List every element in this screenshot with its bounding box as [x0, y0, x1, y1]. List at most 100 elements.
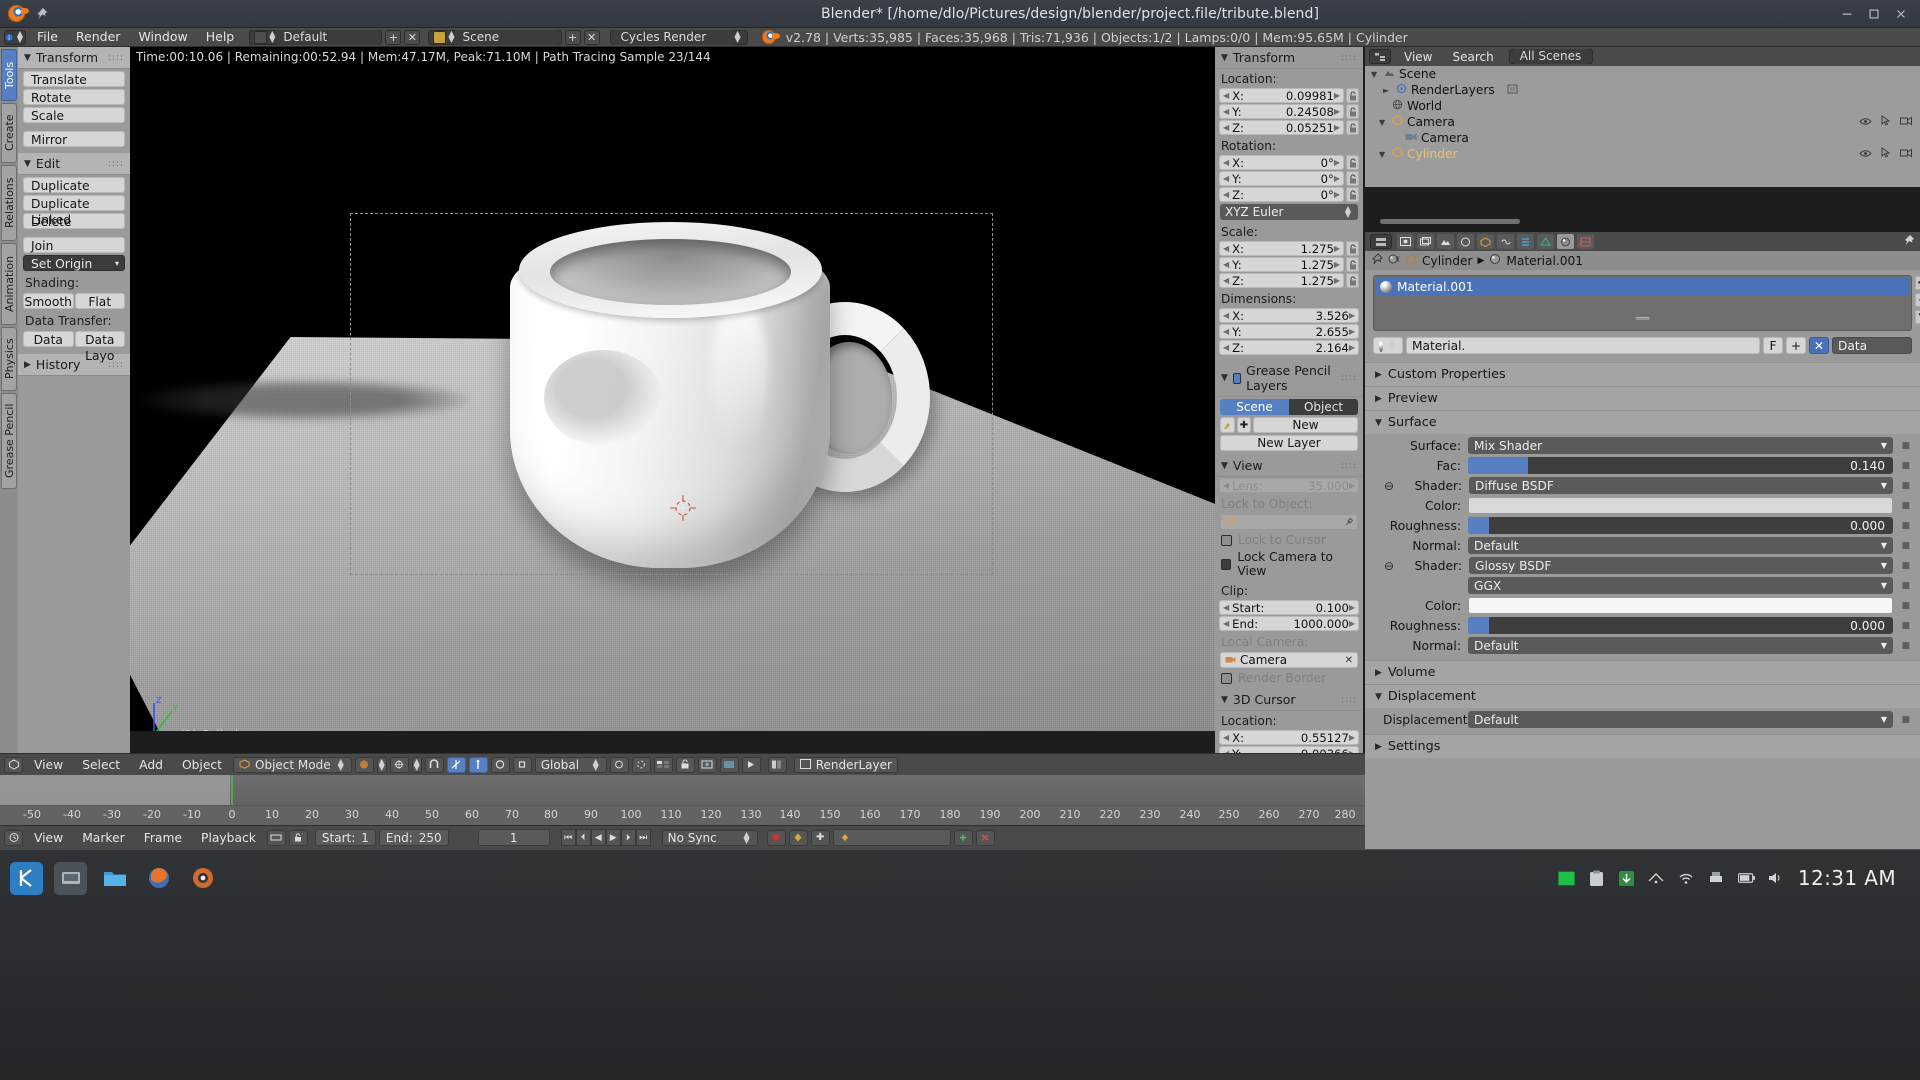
- minimize-icon[interactable]: [1840, 7, 1854, 21]
- lock-rotation-x-icon[interactable]: [1346, 155, 1359, 170]
- increment-arrow-icon[interactable]: ▶: [1334, 158, 1340, 167]
- timeline-playhead[interactable]: [231, 775, 233, 805]
- rotate-button[interactable]: Rotate: [23, 89, 125, 105]
- play-button[interactable]: ▶: [605, 829, 621, 846]
- scene-name[interactable]: Scene: [456, 29, 557, 45]
- eye-icon[interactable]: [1859, 147, 1872, 161]
- breadcrumb-pin-icon[interactable]: [1371, 253, 1383, 268]
- increment-arrow-icon[interactable]: ▶: [1334, 244, 1340, 253]
- delete-layout-button[interactable]: ✕: [404, 29, 421, 45]
- grease-pencil-section-header[interactable]: ▼ Grease Pencil Layers ::::: [1215, 360, 1363, 397]
- scale-y-field[interactable]: ◀ Y: 1.275 ▶: [1219, 257, 1344, 272]
- decrement-arrow-icon[interactable]: ◀: [1223, 603, 1229, 612]
- expand-triangle-icon[interactable]: ►: [1383, 86, 1392, 95]
- manipulator-toggle-icon[interactable]: [446, 756, 466, 773]
- outliner-row-renderlayers[interactable]: ► RenderLayers: [1365, 82, 1920, 98]
- roughness2-row[interactable]: Roughness: 0.000 ■: [1383, 617, 1910, 634]
- normal2-dropdown[interactable]: Default ▼: [1468, 637, 1893, 654]
- decrement-arrow-icon[interactable]: ◀: [1223, 327, 1229, 336]
- clip-start-row[interactable]: ◀ Start: 0.100 ▶: [1219, 600, 1359, 615]
- increment-arrow-icon[interactable]: ▶: [1334, 174, 1340, 183]
- rotation-x-field[interactable]: ◀ X: 0° ▶: [1219, 155, 1344, 170]
- new-material-button[interactable]: +: [1786, 337, 1806, 354]
- surface-row[interactable]: Surface: Mix Shader ▼ ■: [1383, 437, 1910, 454]
- end-frame-field[interactable]: End: 250: [378, 829, 449, 846]
- interaction-mode-dropdown[interactable]: Object Mode ▲ ▼: [233, 756, 352, 773]
- collapse-shader-icon[interactable]: ⊖: [1383, 559, 1395, 573]
- viewport-shading-arrows-icon[interactable]: ▲ ▼: [376, 756, 387, 773]
- keying-set-icon[interactable]: [788, 829, 808, 846]
- expand-triangle-icon[interactable]: ▼: [1379, 150, 1388, 159]
- use-preview-range-icon[interactable]: [266, 829, 286, 846]
- increment-arrow-icon[interactable]: ▶: [1349, 327, 1355, 336]
- cursor-arrow-icon[interactable]: [1881, 115, 1891, 129]
- outliner-view-menu[interactable]: View: [1395, 49, 1441, 65]
- outliner-row-scene[interactable]: ▼ Scene: [1365, 66, 1920, 82]
- grease-pencil-checkbox[interactable]: [1232, 372, 1242, 384]
- unlink-material-button[interactable]: ✕: [1809, 337, 1829, 354]
- outliner-display-mode[interactable]: All Scenes: [1508, 49, 1593, 64]
- gp-new-button[interactable]: New: [1253, 417, 1358, 433]
- manipulator-translate-icon[interactable]: [468, 756, 488, 773]
- increment-arrow-icon[interactable]: ▶: [1349, 733, 1355, 742]
- terminal-icon[interactable]: [1558, 870, 1575, 887]
- dimensions-x-row[interactable]: ◀ X: 3.526 ▶: [1219, 308, 1359, 323]
- proportional-edit-icon[interactable]: [631, 756, 651, 773]
- outliner-search-menu[interactable]: Search: [1443, 49, 1502, 65]
- snap-magnet-icon[interactable]: [424, 756, 444, 773]
- lock-time-icon[interactable]: [288, 829, 308, 846]
- new-keying-set-icon[interactable]: ✚: [810, 829, 830, 846]
- smooth-button[interactable]: Smooth: [23, 293, 74, 309]
- firefox-icon[interactable]: [142, 862, 175, 895]
- lock-location-y-icon[interactable]: [1346, 104, 1359, 119]
- data-button[interactable]: Data: [23, 331, 74, 347]
- eye-icon[interactable]: [1859, 115, 1872, 129]
- increment-arrow-icon[interactable]: ▶: [1334, 123, 1340, 132]
- breadcrumb-object-name[interactable]: Cylinder: [1422, 254, 1472, 268]
- menu-window[interactable]: Window: [129, 29, 196, 45]
- clip-end-field[interactable]: ◀ End: 1000.000 ▶: [1219, 616, 1359, 631]
- clear-camera-icon[interactable]: ✕: [1345, 655, 1357, 666]
- network-icon[interactable]: [1648, 870, 1665, 887]
- screen-layout-name[interactable]: Default: [277, 29, 378, 45]
- normal1-row[interactable]: Normal: Default ▼ ■: [1383, 537, 1910, 554]
- properties-pin-icon[interactable]: [1903, 234, 1915, 249]
- rotation-x-row[interactable]: ◀ X: 0° ▶: [1219, 155, 1359, 170]
- scale-x-field[interactable]: ◀ X: 1.275 ▶: [1219, 241, 1344, 256]
- rotation-y-row[interactable]: ◀ Y: 0° ▶: [1219, 171, 1359, 186]
- editor-type-icon[interactable]: i ▲ ▼: [4, 29, 26, 45]
- viewport-menu-object[interactable]: Object: [174, 756, 230, 774]
- kde-menu-icon[interactable]: [10, 861, 43, 895]
- viewport-shading-rendered-icon[interactable]: [354, 756, 374, 773]
- displacement-dropdown[interactable]: Default ▼: [1468, 711, 1893, 728]
- volume-icon[interactable]: [1768, 870, 1785, 887]
- scale-x-row[interactable]: ◀ X: 1.275 ▶: [1219, 241, 1359, 256]
- increment-arrow-icon[interactable]: ▶: [1334, 190, 1340, 199]
- distribution-row[interactable]: GGX ▼ ■: [1383, 577, 1910, 594]
- surface-shader-dropdown[interactable]: Mix Shader ▼: [1468, 437, 1893, 454]
- pin-icon[interactable]: [35, 7, 49, 21]
- wifi-icon[interactable]: [1678, 870, 1695, 887]
- layers-grid-icon[interactable]: [653, 756, 673, 773]
- opengl-render-icon[interactable]: [741, 756, 761, 773]
- scale-z-row[interactable]: ◀ Z: 1.275 ▶: [1219, 273, 1359, 288]
- normal2-row[interactable]: Normal: Default ▼ ■: [1383, 637, 1910, 654]
- material-slot-handle-icon[interactable]: ══: [1374, 312, 1911, 325]
- material-name-field[interactable]: Material.: [1406, 337, 1760, 354]
- lock-rotation-y-icon[interactable]: [1346, 171, 1359, 186]
- location-y-row[interactable]: ◀ Y: 0.24508 ▶: [1219, 104, 1359, 119]
- tab-render[interactable]: [1397, 234, 1414, 249]
- keying-set-field[interactable]: [832, 829, 951, 846]
- cursor-y-row[interactable]: ◀Y:0.00366▶: [1219, 746, 1359, 753]
- clip-start-field[interactable]: ◀ Start: 0.100 ▶: [1219, 600, 1359, 615]
- delete-keyframe-icon[interactable]: [975, 829, 995, 846]
- tab-relations[interactable]: Relations: [1, 165, 17, 241]
- decrement-arrow-icon[interactable]: ◀: [1223, 174, 1229, 183]
- decrement-arrow-icon[interactable]: ◀: [1223, 244, 1229, 253]
- tab-modifiers[interactable]: [1517, 234, 1534, 249]
- color1-swatch[interactable]: [1468, 497, 1893, 514]
- tab-render-layers[interactable]: [1417, 234, 1434, 249]
- gp-brush-icon[interactable]: [1220, 417, 1235, 433]
- eyedropper-icon[interactable]: [1345, 515, 1357, 529]
- expand-triangle-icon[interactable]: ▼: [1379, 118, 1388, 127]
